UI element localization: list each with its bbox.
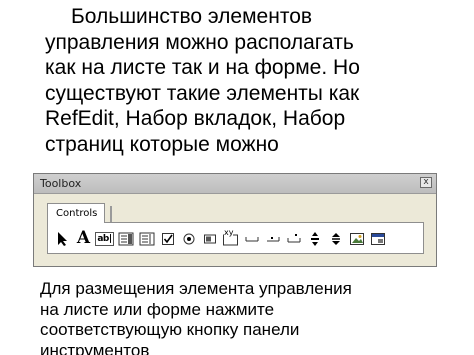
toolbox-title: Toolbox bbox=[40, 177, 82, 190]
controls-panel: A ab| xy bbox=[47, 222, 424, 254]
lower-text-line: Для размещения элемента управления bbox=[40, 279, 352, 298]
scrollbar-icon[interactable] bbox=[305, 229, 324, 248]
tabstrip-icon[interactable] bbox=[263, 229, 282, 248]
upper-paragraph: Большинство элементов управления можно р… bbox=[45, 4, 470, 162]
upper-text-line: существуют такие элементы как bbox=[45, 81, 360, 105]
close-button[interactable]: x bbox=[420, 177, 432, 188]
textbox-icon[interactable]: ab| bbox=[95, 229, 114, 248]
option-button-icon[interactable] bbox=[179, 229, 198, 248]
listbox-icon[interactable] bbox=[137, 229, 156, 248]
command-button-icon[interactable] bbox=[242, 229, 261, 248]
lower-text-line: инструментов bbox=[40, 340, 150, 355]
label-icon[interactable]: A bbox=[74, 229, 93, 248]
select-objects-icon[interactable] bbox=[53, 229, 72, 248]
multipage-icon[interactable] bbox=[284, 229, 303, 248]
lower-paragraph: Для размещения элемента управления на ли… bbox=[40, 279, 470, 355]
upper-text-line: как на листе так и на форме. Но bbox=[45, 56, 360, 79]
toolbox-titlebar[interactable]: Toolbox x bbox=[34, 174, 436, 194]
lower-text-line: на листе или форме нажмите bbox=[40, 299, 275, 319]
checkbox-icon[interactable] bbox=[158, 229, 177, 248]
tool-list: A ab| xy bbox=[53, 229, 387, 248]
lower-text-line: соответствующую кнопку панели bbox=[40, 320, 300, 339]
toggle-button-icon[interactable] bbox=[200, 229, 219, 248]
upper-text-line: RefEdit, Набор вкладок, Набор bbox=[45, 107, 346, 130]
label-glyph: A bbox=[76, 228, 91, 248]
image-icon[interactable] bbox=[347, 229, 366, 248]
toolbox-window: Toolbox x Controls A ab| xy bbox=[33, 173, 437, 267]
upper-text-line: управления можно располагать bbox=[45, 30, 354, 54]
tab-divider bbox=[110, 206, 112, 222]
refedit-icon[interactable] bbox=[368, 229, 387, 248]
combobox-icon[interactable] bbox=[116, 229, 135, 248]
frame-glyph: xy bbox=[224, 228, 234, 237]
close-icon: x bbox=[423, 177, 429, 187]
tab-controls[interactable]: Controls bbox=[47, 203, 105, 223]
upper-text-line: страниц которые можно bbox=[45, 132, 279, 156]
textbox-glyph: ab| bbox=[95, 231, 114, 246]
upper-text-line: Большинство элементов bbox=[71, 5, 313, 28]
frame-icon[interactable]: xy bbox=[221, 229, 240, 248]
spin-button-icon[interactable] bbox=[326, 229, 345, 248]
